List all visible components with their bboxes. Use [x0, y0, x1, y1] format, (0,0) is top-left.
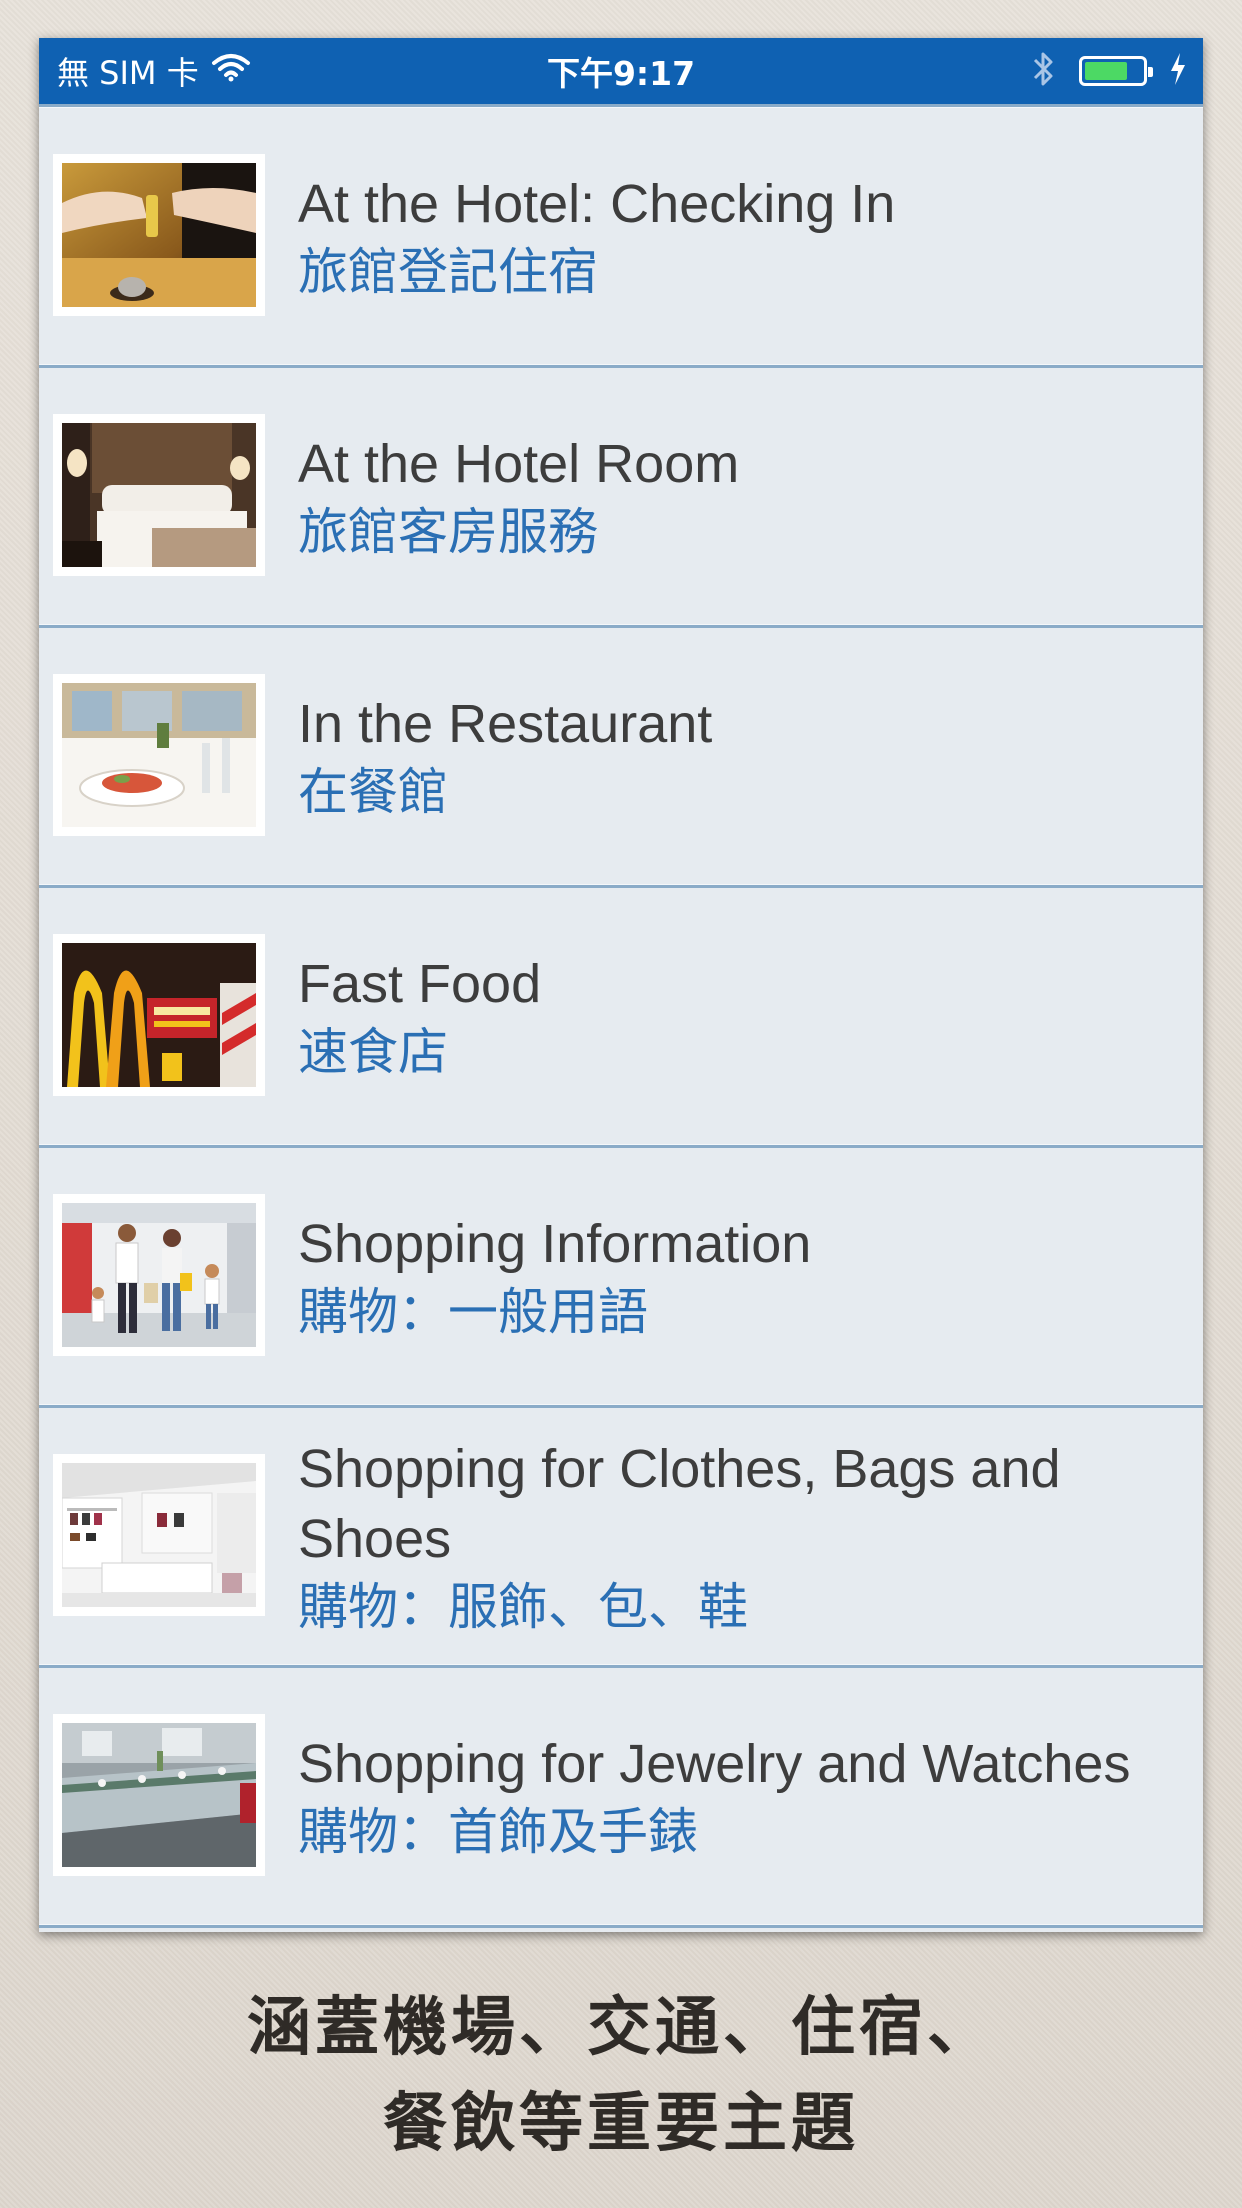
charging-icon — [1169, 52, 1187, 90]
list-item-title: Fast Food — [298, 953, 542, 1014]
status-time: 下午9:17 — [546, 54, 696, 93]
list-item-title: At the Hotel: Checking In — [298, 173, 896, 234]
list-item-title: Shopping for Jewelry and Watches — [298, 1733, 1131, 1794]
list-item-restaurant[interactable]: In the Restaurant 在餐館 — [39, 628, 1203, 888]
list-item-fast-food[interactable]: Fast Food 速食店 — [39, 888, 1203, 1148]
list-item-text: Shopping for Clothes, Bags and Shoes 購物：… — [298, 1408, 1173, 1665]
thumbnail-shopping-clothes — [53, 1454, 265, 1616]
list-item-title: Shopping for Clothes, Bags and Shoes — [298, 1438, 1061, 1569]
list-item-title: At the Hotel Room — [298, 433, 740, 494]
list-item-title: In the Restaurant — [298, 693, 713, 754]
list-item-text: At the Hotel: Checking In 旅館登記住宿 — [298, 108, 1173, 365]
thumbnail-fast-food — [53, 934, 265, 1096]
bluetooth-icon — [1031, 50, 1057, 92]
shopping-family-image — [62, 1203, 256, 1347]
caption-line-2: 餐飲等重要主題 — [383, 2087, 859, 2161]
caption-line-1: 涵蓋機場、交通、住宿、 — [247, 1991, 995, 2065]
topic-list: At the Hotel: Checking In 旅館登記住宿 At the … — [39, 104, 1203, 1928]
list-item-title: Shopping Information — [298, 1213, 812, 1274]
jewelry-store-image — [62, 1723, 256, 1867]
list-item-subtitle: 旅館登記住宿 — [298, 242, 598, 301]
battery-icon — [1079, 56, 1153, 86]
list-item-shopping-jewelry[interactable]: Shopping for Jewelry and Watches 購物：首飾及手… — [39, 1668, 1203, 1928]
thumbnail-restaurant — [53, 674, 265, 836]
thumbnail-hotel-room — [53, 414, 265, 576]
list-item-shopping-info[interactable]: Shopping Information 購物：一般用語 — [39, 1148, 1203, 1408]
status-right — [1031, 38, 1187, 104]
list-item-subtitle: 購物：一般用語 — [298, 1282, 648, 1341]
fast-food-image — [62, 943, 256, 1087]
list-item-text: At the Hotel Room 旅館客房服務 — [298, 368, 1173, 625]
list-item-hotel-room[interactable]: At the Hotel Room 旅館客房服務 — [39, 368, 1203, 628]
list-item-text: Shopping for Jewelry and Watches 購物：首飾及手… — [298, 1668, 1173, 1925]
thumbnail-shopping-jewelry — [53, 1714, 265, 1876]
list-item-subtitle: 速食店 — [298, 1022, 448, 1081]
list-item-subtitle: 購物：首飾及手錶 — [298, 1802, 698, 1861]
list-item-text: Fast Food 速食店 — [298, 888, 1173, 1145]
hotel-room-image — [62, 423, 256, 567]
status-bar: 無 SIM 卡 下午9:17 — [39, 38, 1203, 104]
hotel-checkin-image — [62, 163, 256, 307]
battery-level — [1085, 62, 1127, 80]
clothing-store-image — [62, 1463, 256, 1607]
promo-caption: 涵蓋機場、交通、住宿、 餐飲等重要主題 — [0, 1980, 1242, 2172]
battery-tip — [1148, 67, 1153, 77]
list-item-hotel-checkin[interactable]: At the Hotel: Checking In 旅館登記住宿 — [39, 108, 1203, 368]
list-item-subtitle: 在餐館 — [298, 762, 448, 821]
list-item-subtitle: 購物：服飾、包、鞋 — [298, 1577, 748, 1636]
list-item-shopping-clothes[interactable]: Shopping for Clothes, Bags and Shoes 購物：… — [39, 1408, 1203, 1668]
list-item-subtitle: 旅館客房服務 — [298, 502, 598, 561]
thumbnail-hotel-checkin — [53, 154, 265, 316]
thumbnail-shopping-info — [53, 1194, 265, 1356]
phone-screen: 無 SIM 卡 下午9:17 At the Hotel: Checking In… — [39, 38, 1203, 1932]
list-item-text: In the Restaurant 在餐館 — [298, 628, 1173, 885]
list-item-text: Shopping Information 購物：一般用語 — [298, 1148, 1173, 1405]
restaurant-image — [62, 683, 256, 827]
